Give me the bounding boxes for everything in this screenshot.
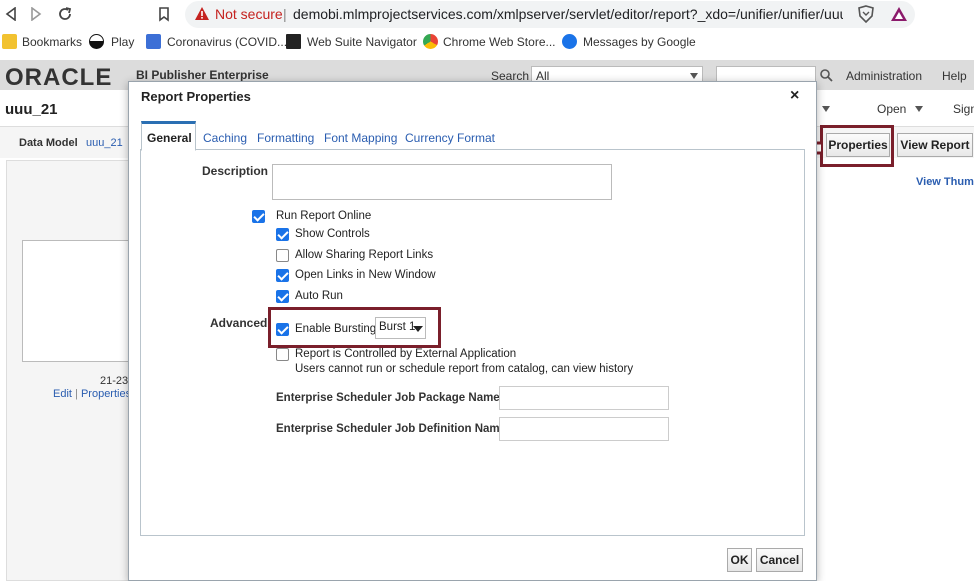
chevron-down-icon[interactable]: [690, 73, 698, 79]
tab-formatting[interactable]: Formatting: [257, 131, 314, 145]
layout-panel: [6, 160, 130, 581]
administration-link[interactable]: Administration: [846, 69, 922, 83]
auto-run-label: Auto Run: [295, 290, 343, 302]
bookmark-coronavirus[interactable]: Coronavirus (COVID...: [167, 35, 287, 49]
chevron-down-icon[interactable]: [822, 106, 830, 112]
layout-thumbnail[interactable]: [22, 240, 130, 362]
allow-sharing-checkbox[interactable]: [276, 249, 289, 262]
open-menu[interactable]: Open: [877, 102, 906, 116]
bookmark-bookmarks[interactable]: Bookmarks: [22, 35, 82, 49]
tab-content: [140, 150, 805, 536]
external-app-note: Users cannot run or schedule report from…: [295, 363, 634, 375]
description-input[interactable]: [272, 164, 612, 200]
dialog-title: Report Properties: [141, 89, 251, 104]
brave-shield-icon[interactable]: [858, 5, 874, 28]
back-icon[interactable]: [0, 3, 22, 25]
report-title: uuu_21: [5, 101, 58, 118]
job-package-input[interactable]: [499, 386, 669, 410]
play-icon: [89, 34, 104, 49]
job-definition-input[interactable]: [499, 417, 669, 441]
tab-caching[interactable]: Caching: [203, 131, 247, 145]
help-link[interactable]: Help: [942, 69, 967, 83]
oracle-logo: ORACLE: [5, 64, 113, 91]
show-controls-label: Show Controls: [295, 228, 370, 240]
ws-icon: [286, 34, 301, 49]
folder-icon: [2, 34, 17, 49]
tab-general-label[interactable]: General: [147, 131, 192, 145]
ok-button[interactable]: OK: [727, 548, 752, 572]
not-secure-label[interactable]: Not secure: [215, 6, 283, 22]
bookmark-play[interactable]: Play: [111, 35, 134, 49]
view-thumbnails-link[interactable]: View Thum: [916, 176, 974, 188]
run-online-checkbox[interactable]: [252, 210, 265, 223]
search-icon[interactable]: [820, 69, 833, 87]
bookmark-chrome-web-store[interactable]: Chrome Web Store...: [443, 35, 556, 49]
browser-toolbar: Not secure | demobi.mlmprojectservices.c…: [0, 0, 974, 28]
report-properties-dialog: Report Properties × General Caching Form…: [128, 81, 817, 581]
run-online-label: Run Report Online: [276, 210, 372, 222]
tab-currency-format[interactable]: Currency Format: [405, 131, 495, 145]
properties-highlight-box: [820, 125, 894, 167]
external-app-label: Report is Controlled by External Applica…: [295, 348, 517, 360]
open-links-checkbox[interactable]: [276, 269, 289, 282]
cancel-button[interactable]: Cancel: [756, 548, 803, 572]
address-separator: |: [283, 6, 287, 22]
advanced-label: Advanced: [210, 316, 268, 330]
data-model-link[interactable]: uuu_21: [86, 137, 123, 149]
messages-icon: [562, 34, 577, 49]
warning-icon: [195, 7, 209, 25]
bookmark-icon[interactable]: [153, 3, 175, 25]
sign-menu[interactable]: Sign: [953, 102, 974, 116]
job-definition-label: Enterprise Scheduler Job Definition Name: [276, 423, 507, 435]
data-model-label: Data Model: [19, 137, 78, 149]
job-package-label: Enterprise Scheduler Job Package Name: [276, 392, 500, 404]
description-label: Description: [202, 164, 269, 178]
layout-edit-link[interactable]: Edit: [53, 388, 72, 400]
brave-rewards-icon[interactable]: [890, 6, 908, 27]
show-controls-checkbox[interactable]: [276, 228, 289, 241]
auto-run-checkbox[interactable]: [276, 290, 289, 303]
layout-actions-separator: |: [75, 388, 78, 400]
layout-actions: Edit | Properties: [53, 388, 131, 400]
reload-icon[interactable]: [54, 3, 76, 25]
external-app-checkbox[interactable]: [276, 348, 289, 361]
chevron-down-icon[interactable]: [915, 106, 923, 112]
product-title: BI Publisher Enterprise: [136, 68, 269, 82]
chrome-store-icon: [423, 34, 438, 49]
close-icon[interactable]: ×: [790, 87, 799, 105]
open-links-label: Open Links in New Window: [295, 269, 436, 281]
url-text[interactable]: demobi.mlmprojectservices.com/xmlpserver…: [293, 6, 843, 22]
bookmark-messages[interactable]: Messages by Google: [583, 35, 696, 49]
layout-properties-link[interactable]: Properties: [81, 388, 131, 400]
google-news-icon: [146, 34, 161, 49]
bookmarks-bar: Bookmarks Play Coronavirus (COVID... Web…: [0, 30, 974, 56]
bookmark-web-suite-navigator[interactable]: Web Suite Navigator: [307, 35, 417, 49]
forward-icon[interactable]: [25, 3, 47, 25]
view-report-button[interactable]: View Report: [897, 133, 973, 157]
bursting-highlight-box: [268, 307, 441, 348]
tab-font-mapping[interactable]: Font Mapping: [324, 131, 397, 145]
layout-name: 21-23: [100, 375, 129, 387]
allow-sharing-label: Allow Sharing Report Links: [295, 249, 434, 261]
